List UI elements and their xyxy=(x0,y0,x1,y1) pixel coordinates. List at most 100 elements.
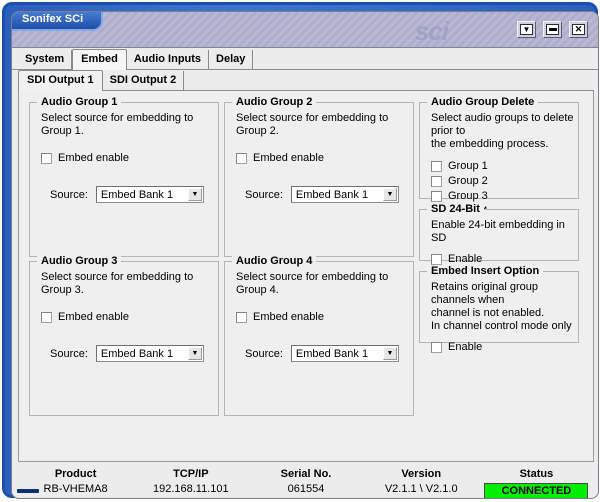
embed-insert-enable-label: Enable xyxy=(448,341,483,353)
checkbox-icon[interactable] xyxy=(41,152,52,164)
sd-24bit-enable-label: Enable xyxy=(448,253,483,265)
delete-desc-line-2: the embedding process. xyxy=(431,138,549,150)
resize-grip[interactable] xyxy=(17,489,39,493)
audio-group-2-source-row: Source: Embed Bank 1 xyxy=(245,186,413,203)
delete-group-1-label: Group 1 xyxy=(448,160,488,172)
chevron-down-icon[interactable] xyxy=(382,188,397,201)
tab-audio-inputs[interactable]: Audio Inputs xyxy=(126,50,210,69)
insert-desc-line-3: In channel control mode only xyxy=(431,320,572,332)
minimize-icon xyxy=(520,24,533,35)
panel-audio-group-delete-description: Select audio groups to delete prior to t… xyxy=(431,112,578,151)
panel-audio-group-delete-title: Audio Group Delete xyxy=(427,96,539,108)
panel-audio-group-3: Audio Group 3 Select source for embeddin… xyxy=(29,255,219,416)
panel-embed-insert-option-description: Retains original group channels when cha… xyxy=(431,281,578,333)
version-label: Version xyxy=(401,468,442,480)
delete-group-2-label: Group 2 xyxy=(448,175,488,187)
chevron-down-icon[interactable] xyxy=(187,188,202,201)
status-cell-product: Product RB-VHEMA8 xyxy=(18,464,133,498)
checkbox-icon[interactable] xyxy=(431,253,442,265)
checkbox-icon[interactable] xyxy=(41,311,52,323)
audio-group-2-embed-enable[interactable]: Embed enable xyxy=(236,152,413,164)
panel-audio-group-2-description: Select source for embedding to Group 2. xyxy=(236,112,389,137)
delete-group-1-checkbox[interactable]: Group 1 xyxy=(431,160,578,172)
panel-audio-group-4-description: Select source for embedding to Group 4. xyxy=(236,271,389,296)
window-title: Sonifex SCi xyxy=(12,12,104,31)
delete-group-2-checkbox[interactable]: Group 2 xyxy=(431,175,578,187)
checkbox-icon[interactable] xyxy=(431,190,442,202)
audio-group-4-embed-enable-label: Embed enable xyxy=(253,311,324,323)
panel-embed-insert-option-title: Embed Insert Option xyxy=(427,265,544,277)
maximize-button[interactable] xyxy=(543,21,562,38)
maximize-icon xyxy=(546,24,559,35)
serial-value: 061554 xyxy=(287,483,325,495)
status-badge: CONNECTED xyxy=(484,483,589,498)
panel-audio-group-1-title: Audio Group 1 xyxy=(37,96,122,108)
audio-group-3-embed-enable-label: Embed enable xyxy=(58,311,129,323)
panel-audio-group-2: Audio Group 2 Select source for embeddin… xyxy=(224,96,414,257)
audio-group-2-source-label: Source: xyxy=(245,188,283,201)
chevron-down-icon[interactable] xyxy=(187,347,202,360)
audio-group-1-source-row: Source: Embed Bank 1 xyxy=(50,186,218,203)
minimize-button[interactable] xyxy=(517,21,536,38)
panel-sd-24bit-title: SD 24-Bit xyxy=(427,203,484,215)
audio-group-3-source-select[interactable]: Embed Bank 1 xyxy=(95,345,204,362)
panel-audio-group-delete: Audio Group Delete Select audio groups t… xyxy=(419,96,579,217)
product-label: Product xyxy=(54,468,97,480)
checkbox-icon[interactable] xyxy=(236,152,247,164)
status-cell-tcpip: TCP/IP 192.168.11.101 xyxy=(133,464,248,498)
close-button[interactable] xyxy=(569,21,588,38)
panel-audio-group-3-description: Select source for embedding to Group 3. xyxy=(41,271,194,296)
chevron-down-icon[interactable] xyxy=(382,347,397,360)
panel-audio-group-1-description: Select source for embedding to Group 1. xyxy=(41,112,194,137)
audio-group-2-source-value: Embed Bank 1 xyxy=(295,188,369,201)
sub-tab-bar: SDI Output 1 SDI Output 2 xyxy=(12,69,598,91)
audio-group-1-source-select[interactable]: Embed Bank 1 xyxy=(95,186,204,203)
audio-group-2-embed-enable-label: Embed enable xyxy=(253,152,324,164)
window-frame-inner: Sonifex SCi sci System Embed xyxy=(11,11,599,499)
panel-audio-group-2-title: Audio Group 2 xyxy=(232,96,317,108)
status-cell-connection: Status CONNECTED xyxy=(479,464,594,498)
sci-logo: sci xyxy=(414,16,449,46)
insert-desc-line-1: Retains original group channels when xyxy=(431,281,539,306)
tab-delay[interactable]: Delay xyxy=(209,50,254,69)
panel-sd-24bit: SD 24-Bit Enable 24-bit embedding in SD … xyxy=(419,203,579,265)
checkbox-icon[interactable] xyxy=(431,341,442,353)
tab-system[interactable]: System xyxy=(18,50,73,69)
tcpip-label: TCP/IP xyxy=(173,468,209,480)
panel-audio-group-4-title: Audio Group 4 xyxy=(232,255,317,267)
window-frame-outer: Sonifex SCi sci System Embed xyxy=(2,2,599,499)
subtab-sdi-output-2[interactable]: SDI Output 2 xyxy=(102,71,185,90)
checkbox-icon[interactable] xyxy=(236,311,247,323)
status-cell-serial: Serial No. 061554 xyxy=(248,464,363,498)
audio-group-1-embed-enable[interactable]: Embed enable xyxy=(41,152,218,164)
audio-group-3-source-row: Source: Embed Bank 1 xyxy=(50,345,218,362)
status-cell-version: Version V2.1.1 \ V2.1.0 xyxy=(364,464,479,498)
checkbox-icon[interactable] xyxy=(431,160,442,172)
checkbox-icon[interactable] xyxy=(431,175,442,187)
subtab-sdi-output-1[interactable]: SDI Output 1 xyxy=(18,70,103,91)
delete-group-3-checkbox[interactable]: Group 3 xyxy=(431,190,578,202)
panel-audio-group-4: Audio Group 4 Select source for embeddin… xyxy=(224,255,414,416)
sd-24bit-enable-checkbox[interactable]: Enable xyxy=(431,253,578,265)
audio-group-4-source-row: Source: Embed Bank 1 xyxy=(245,345,413,362)
audio-group-4-embed-enable[interactable]: Embed enable xyxy=(236,311,413,323)
audio-group-3-embed-enable[interactable]: Embed enable xyxy=(41,311,218,323)
version-value: V2.1.1 \ V2.1.0 xyxy=(384,483,458,495)
tab-content-panel: Audio Group 1 Select source for embeddin… xyxy=(18,90,594,462)
status-label: Status xyxy=(519,468,554,480)
insert-desc-line-2: channel is not enabled. xyxy=(431,307,545,319)
serial-label: Serial No. xyxy=(280,468,332,480)
audio-group-1-source-value: Embed Bank 1 xyxy=(100,188,174,201)
tab-embed[interactable]: Embed xyxy=(72,49,127,70)
audio-group-1-embed-enable-label: Embed enable xyxy=(58,152,129,164)
audio-group-4-source-label: Source: xyxy=(245,347,283,360)
delete-desc-line-1: Select audio groups to delete prior to xyxy=(431,112,574,137)
audio-group-1-source-label: Source: xyxy=(50,188,88,201)
audio-group-2-source-select[interactable]: Embed Bank 1 xyxy=(290,186,399,203)
main-tab-bar: System Embed Audio Inputs Delay xyxy=(12,48,598,70)
audio-group-3-source-value: Embed Bank 1 xyxy=(100,347,174,360)
close-icon xyxy=(572,24,585,35)
embed-insert-enable-checkbox[interactable]: Enable xyxy=(431,341,578,353)
audio-group-4-source-select[interactable]: Embed Bank 1 xyxy=(290,345,399,362)
audio-group-4-source-value: Embed Bank 1 xyxy=(295,347,369,360)
